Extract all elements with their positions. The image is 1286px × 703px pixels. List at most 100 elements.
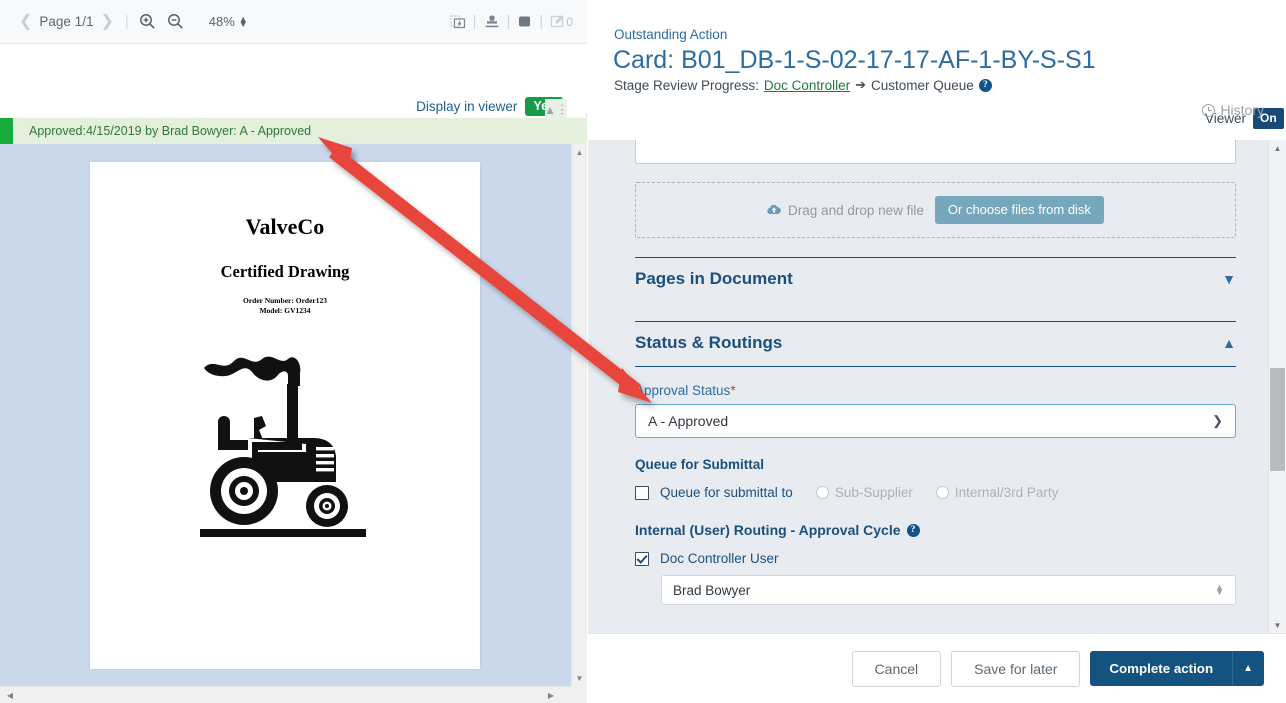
- radio-sub-supplier-label: Sub-Supplier: [834, 485, 913, 500]
- prev-page-icon[interactable]: ❮: [14, 13, 37, 30]
- notes-textarea[interactable]: [635, 140, 1236, 164]
- radio-sub-supplier[interactable]: Sub-Supplier: [815, 485, 913, 500]
- double-chevron-up-icon[interactable]: ▲︙: [544, 99, 568, 120]
- queue-for-submittal-heading: Queue for Submittal: [635, 457, 765, 472]
- queue-for-submittal-checkbox[interactable]: [635, 485, 649, 500]
- queue-for-submittal-label: Queue for submittal to: [660, 485, 793, 500]
- panel-form-body[interactable]: Drag and drop new file Or choose files f…: [588, 140, 1268, 633]
- snapshot-icon[interactable]: [450, 14, 466, 30]
- dropzone-text: Drag and drop new file: [788, 202, 924, 218]
- zoom-level-control[interactable]: 48% ▲ ▼: [209, 14, 248, 29]
- approval-banner: Approved:4/15/2019 by Brad Bowyer: A - A…: [0, 118, 587, 144]
- approval-status-select[interactable]: A - Approved ❯: [635, 404, 1236, 438]
- stage-prefix-label: Stage Review Progress:: [614, 77, 759, 93]
- history-button[interactable]: History: [1202, 102, 1264, 118]
- panel-footer-actions: Cancel Save for later Complete action ▲: [588, 633, 1286, 703]
- zoom-level-value: 48%: [208, 14, 235, 29]
- display-in-viewer-toggle[interactable]: Display in viewer Yes: [416, 97, 563, 116]
- redact-icon[interactable]: [517, 14, 532, 29]
- doc-controller-user-select[interactable]: Brad Bowyer ▲ ▼: [661, 575, 1236, 605]
- stage-review-progress: Stage Review Progress: Doc Controller ➔ …: [614, 77, 992, 93]
- radio-internal-third-party-label: Internal/3rd Party: [954, 485, 1059, 500]
- approval-banner-accent: [0, 118, 13, 144]
- panel-eyebrow: Outstanding Action: [614, 27, 728, 42]
- zoom-spinner-icon[interactable]: ▲ ▼: [239, 14, 248, 28]
- required-marker: *: [730, 383, 736, 398]
- panel-header: Outstanding Action Card: B01_DB-1-S-02-1…: [588, 0, 1286, 140]
- help-icon[interactable]: ?: [906, 523, 920, 537]
- stage-to-label: Customer Queue: [871, 77, 974, 93]
- doc-controller-user-row: Doc Controller User: [635, 551, 1221, 566]
- section-title: Pages in Document: [635, 269, 793, 288]
- stage-from-link[interactable]: Doc Controller: [764, 78, 850, 93]
- doc-controller-user-label: Doc Controller User: [660, 551, 779, 566]
- caret-up-icon[interactable]: ▲: [1232, 651, 1264, 686]
- scroll-left-icon[interactable]: ◀: [2, 687, 18, 703]
- approval-banner-text: Approved:4/15/2019 by Brad Bowyer: A - A…: [29, 124, 312, 138]
- complete-action-button[interactable]: Complete action: [1090, 651, 1233, 686]
- zoom-in-icon[interactable]: [135, 9, 161, 35]
- section-pages-in-document[interactable]: Pages in Document ▼: [635, 257, 1236, 302]
- dropzone-label: Drag and drop new file: [767, 203, 924, 218]
- comments-strip: Display in viewer Yes There are no comme…: [0, 44, 587, 135]
- document-model: Model: GV1234: [259, 306, 311, 316]
- scroll-up-icon[interactable]: ▲: [1269, 140, 1286, 156]
- document-title: Certified Drawing: [220, 262, 350, 281]
- approval-status-value: A - Approved: [648, 413, 729, 429]
- page-title: Card: B01_DB-1-S-02-17-17-AF-1-BY-S-S1: [613, 46, 1096, 74]
- toolbar-divider: |: [506, 13, 511, 30]
- toolbar-divider: |: [124, 13, 129, 30]
- viewer-horizontal-scrollbar[interactable]: ◀ ▶: [0, 686, 571, 703]
- document-company-name: ValveCo: [245, 214, 325, 239]
- complete-action-split-button: Complete action ▲: [1090, 651, 1264, 686]
- save-for-later-button[interactable]: Save for later: [951, 650, 1081, 687]
- approval-status-label: Approval Status*: [635, 383, 1221, 398]
- radio-icon[interactable]: [935, 486, 949, 499]
- help-icon[interactable]: ?: [978, 78, 992, 92]
- viewer-toolbar: ❮ Page 1/1 ❯ | 48% ▲ ▼ | | | 0: [0, 0, 587, 44]
- scroll-right-icon[interactable]: ▶: [543, 687, 559, 703]
- chevron-down-icon[interactable]: ❯: [1212, 413, 1223, 429]
- clock-icon: [1202, 103, 1216, 117]
- radio-icon[interactable]: [815, 486, 829, 499]
- choose-files-button[interactable]: Or choose files from disk: [934, 196, 1104, 224]
- internal-routing-heading-text: Internal (User) Routing - Approval Cycle: [635, 522, 901, 538]
- stage-arrow-icon: ➔: [855, 77, 867, 92]
- queue-for-submittal-row: Queue for submittal to Sub-Supplier Inte…: [635, 485, 1221, 500]
- approval-status-label-text: Approval Status: [635, 383, 731, 398]
- doc-controller-user-checkbox[interactable]: [635, 551, 649, 566]
- note-count: 0: [566, 14, 573, 29]
- radio-internal-third-party[interactable]: Internal/3rd Party: [935, 485, 1059, 500]
- toolbar-divider: |: [472, 13, 477, 30]
- scroll-down-icon[interactable]: ▼: [572, 670, 587, 686]
- scroll-down-icon[interactable]: ▼: [1269, 617, 1286, 633]
- section-title: Status & Routings: [635, 333, 783, 352]
- panel-vertical-scrollbar[interactable]: ▲ ▼: [1268, 140, 1286, 633]
- display-in-viewer-label: Display in viewer: [416, 99, 518, 114]
- file-dropzone[interactable]: Drag and drop new file Or choose files f…: [635, 182, 1236, 238]
- internal-routing-heading: Internal (User) Routing - Approval Cycle…: [635, 522, 1221, 538]
- select-spinner-icon[interactable]: ▲ ▼: [1215, 582, 1224, 597]
- scrollbar-corner: [571, 686, 587, 703]
- history-label: History: [1220, 102, 1264, 118]
- toolbar-divider: |: [539, 13, 544, 30]
- page-indicator: Page 1/1: [39, 14, 94, 29]
- viewer-vertical-scrollbar[interactable]: ▲ ▼: [571, 144, 587, 686]
- scroll-up-icon[interactable]: ▲: [572, 144, 587, 160]
- section-status-and-routings[interactable]: Status & Routings ▲: [635, 321, 1236, 366]
- chevron-up-icon[interactable]: ▲: [1222, 335, 1236, 351]
- document-viewport[interactable]: ValveCo Certified Drawing Order Number: …: [0, 144, 571, 686]
- document-viewer-pane: ❮ Page 1/1 ❯ | 48% ▲ ▼ | | | 0 Display i…: [0, 0, 587, 703]
- doc-controller-user-value: Brad Bowyer: [673, 582, 751, 598]
- cancel-button[interactable]: Cancel: [851, 650, 942, 687]
- section-divider: [635, 366, 1236, 367]
- zoom-out-icon[interactable]: [163, 9, 189, 35]
- chevron-down-icon[interactable]: ▼: [1222, 271, 1236, 287]
- document-order-number: Order Number: Order123: [242, 296, 327, 305]
- scrollbar-thumb[interactable]: [1270, 368, 1285, 471]
- action-panel: Outstanding Action Card: B01_DB-1-S-02-1…: [588, 0, 1286, 703]
- document-page: ValveCo Certified Drawing Order Number: …: [90, 162, 480, 669]
- stamp-icon[interactable]: [484, 14, 500, 30]
- next-page-icon[interactable]: ❯: [95, 13, 118, 30]
- note-icon[interactable]: 0: [550, 14, 573, 29]
